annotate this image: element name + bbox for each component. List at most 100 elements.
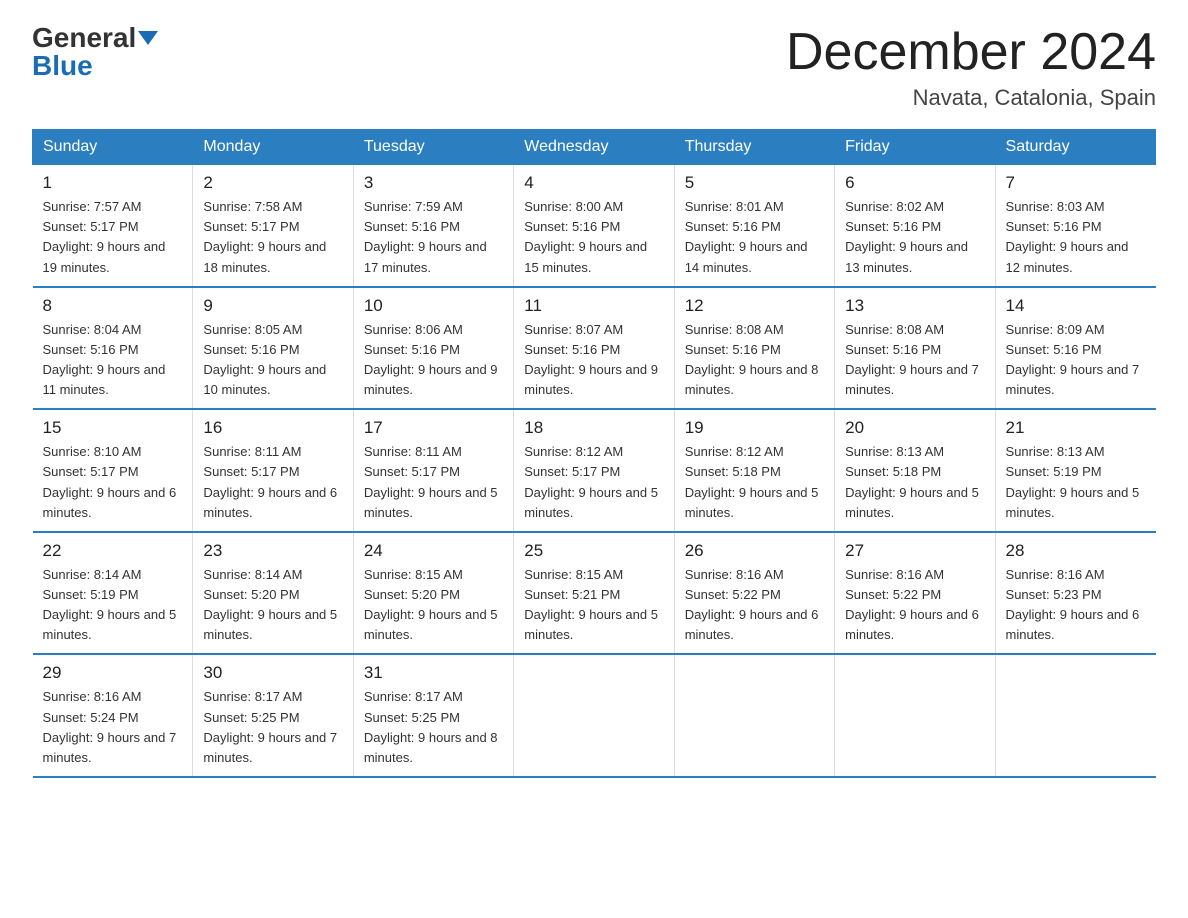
calendar-day-cell (995, 654, 1155, 777)
day-info: Sunrise: 8:11 AMSunset: 5:17 PMDaylight:… (364, 444, 498, 519)
day-info: Sunrise: 8:16 AMSunset: 5:22 PMDaylight:… (845, 567, 979, 642)
calendar-week-row: 15 Sunrise: 8:10 AMSunset: 5:17 PMDaylig… (33, 409, 1156, 532)
day-number: 9 (203, 296, 342, 316)
day-info: Sunrise: 8:15 AMSunset: 5:21 PMDaylight:… (524, 567, 658, 642)
calendar-day-cell: 2 Sunrise: 7:58 AMSunset: 5:17 PMDayligh… (193, 165, 353, 287)
day-info: Sunrise: 8:15 AMSunset: 5:20 PMDaylight:… (364, 567, 498, 642)
day-info: Sunrise: 8:14 AMSunset: 5:20 PMDaylight:… (203, 567, 337, 642)
day-number: 13 (845, 296, 984, 316)
month-title: December 2024 (786, 24, 1156, 81)
calendar-day-cell: 11 Sunrise: 8:07 AMSunset: 5:16 PMDaylig… (514, 287, 674, 410)
day-number: 17 (364, 418, 503, 438)
day-info: Sunrise: 8:17 AMSunset: 5:25 PMDaylight:… (203, 689, 337, 764)
day-number: 22 (43, 541, 183, 561)
day-number: 10 (364, 296, 503, 316)
calendar-header-wednesday: Wednesday (514, 130, 674, 165)
calendar-header-monday: Monday (193, 130, 353, 165)
day-number: 14 (1006, 296, 1146, 316)
day-info: Sunrise: 8:16 AMSunset: 5:22 PMDaylight:… (685, 567, 819, 642)
day-number: 18 (524, 418, 663, 438)
day-info: Sunrise: 8:08 AMSunset: 5:16 PMDaylight:… (685, 322, 819, 397)
calendar-week-row: 22 Sunrise: 8:14 AMSunset: 5:19 PMDaylig… (33, 532, 1156, 655)
day-info: Sunrise: 7:59 AMSunset: 5:16 PMDaylight:… (364, 199, 487, 274)
calendar-day-cell (674, 654, 834, 777)
calendar-day-cell: 22 Sunrise: 8:14 AMSunset: 5:19 PMDaylig… (33, 532, 193, 655)
day-info: Sunrise: 8:13 AMSunset: 5:18 PMDaylight:… (845, 444, 979, 519)
day-info: Sunrise: 8:06 AMSunset: 5:16 PMDaylight:… (364, 322, 498, 397)
day-info: Sunrise: 8:01 AMSunset: 5:16 PMDaylight:… (685, 199, 808, 274)
calendar-day-cell: 20 Sunrise: 8:13 AMSunset: 5:18 PMDaylig… (835, 409, 995, 532)
calendar-header-friday: Friday (835, 130, 995, 165)
day-number: 31 (364, 663, 503, 683)
location-title: Navata, Catalonia, Spain (786, 85, 1156, 111)
day-number: 4 (524, 173, 663, 193)
day-number: 3 (364, 173, 503, 193)
day-number: 19 (685, 418, 824, 438)
page-header: General Blue December 2024 Navata, Catal… (32, 24, 1156, 111)
calendar-day-cell: 9 Sunrise: 8:05 AMSunset: 5:16 PMDayligh… (193, 287, 353, 410)
calendar-day-cell: 4 Sunrise: 8:00 AMSunset: 5:16 PMDayligh… (514, 165, 674, 287)
logo-arrow-icon (138, 31, 158, 45)
calendar-day-cell: 27 Sunrise: 8:16 AMSunset: 5:22 PMDaylig… (835, 532, 995, 655)
calendar-day-cell: 25 Sunrise: 8:15 AMSunset: 5:21 PMDaylig… (514, 532, 674, 655)
calendar-day-cell: 29 Sunrise: 8:16 AMSunset: 5:24 PMDaylig… (33, 654, 193, 777)
logo-general-text: General (32, 24, 136, 52)
calendar-table: SundayMondayTuesdayWednesdayThursdayFrid… (32, 129, 1156, 778)
calendar-day-cell: 5 Sunrise: 8:01 AMSunset: 5:16 PMDayligh… (674, 165, 834, 287)
day-number: 25 (524, 541, 663, 561)
calendar-day-cell: 26 Sunrise: 8:16 AMSunset: 5:22 PMDaylig… (674, 532, 834, 655)
logo-blue-text: Blue (32, 52, 93, 80)
day-number: 20 (845, 418, 984, 438)
day-number: 6 (845, 173, 984, 193)
day-info: Sunrise: 8:17 AMSunset: 5:25 PMDaylight:… (364, 689, 498, 764)
day-info: Sunrise: 8:11 AMSunset: 5:17 PMDaylight:… (203, 444, 337, 519)
day-info: Sunrise: 8:10 AMSunset: 5:17 PMDaylight:… (43, 444, 177, 519)
day-info: Sunrise: 8:03 AMSunset: 5:16 PMDaylight:… (1006, 199, 1129, 274)
day-number: 1 (43, 173, 183, 193)
calendar-day-cell: 13 Sunrise: 8:08 AMSunset: 5:16 PMDaylig… (835, 287, 995, 410)
calendar-day-cell: 16 Sunrise: 8:11 AMSunset: 5:17 PMDaylig… (193, 409, 353, 532)
day-number: 23 (203, 541, 342, 561)
calendar-week-row: 8 Sunrise: 8:04 AMSunset: 5:16 PMDayligh… (33, 287, 1156, 410)
day-info: Sunrise: 8:00 AMSunset: 5:16 PMDaylight:… (524, 199, 647, 274)
logo[interactable]: General Blue (32, 24, 158, 80)
day-info: Sunrise: 8:16 AMSunset: 5:23 PMDaylight:… (1006, 567, 1140, 642)
calendar-day-cell: 24 Sunrise: 8:15 AMSunset: 5:20 PMDaylig… (353, 532, 513, 655)
calendar-day-cell: 21 Sunrise: 8:13 AMSunset: 5:19 PMDaylig… (995, 409, 1155, 532)
title-section: December 2024 Navata, Catalonia, Spain (786, 24, 1156, 111)
day-info: Sunrise: 8:05 AMSunset: 5:16 PMDaylight:… (203, 322, 326, 397)
calendar-day-cell: 18 Sunrise: 8:12 AMSunset: 5:17 PMDaylig… (514, 409, 674, 532)
day-info: Sunrise: 7:57 AMSunset: 5:17 PMDaylight:… (43, 199, 166, 274)
day-number: 24 (364, 541, 503, 561)
calendar-day-cell: 12 Sunrise: 8:08 AMSunset: 5:16 PMDaylig… (674, 287, 834, 410)
calendar-day-cell: 31 Sunrise: 8:17 AMSunset: 5:25 PMDaylig… (353, 654, 513, 777)
calendar-header-thursday: Thursday (674, 130, 834, 165)
day-info: Sunrise: 8:12 AMSunset: 5:18 PMDaylight:… (685, 444, 819, 519)
day-number: 2 (203, 173, 342, 193)
calendar-week-row: 1 Sunrise: 7:57 AMSunset: 5:17 PMDayligh… (33, 165, 1156, 287)
day-number: 11 (524, 296, 663, 316)
day-info: Sunrise: 7:58 AMSunset: 5:17 PMDaylight:… (203, 199, 326, 274)
day-info: Sunrise: 8:16 AMSunset: 5:24 PMDaylight:… (43, 689, 177, 764)
calendar-day-cell (514, 654, 674, 777)
day-info: Sunrise: 8:02 AMSunset: 5:16 PMDaylight:… (845, 199, 968, 274)
calendar-day-cell: 6 Sunrise: 8:02 AMSunset: 5:16 PMDayligh… (835, 165, 995, 287)
day-info: Sunrise: 8:14 AMSunset: 5:19 PMDaylight:… (43, 567, 177, 642)
calendar-day-cell: 3 Sunrise: 7:59 AMSunset: 5:16 PMDayligh… (353, 165, 513, 287)
calendar-day-cell: 19 Sunrise: 8:12 AMSunset: 5:18 PMDaylig… (674, 409, 834, 532)
day-number: 30 (203, 663, 342, 683)
calendar-header-tuesday: Tuesday (353, 130, 513, 165)
day-number: 21 (1006, 418, 1146, 438)
calendar-day-cell: 17 Sunrise: 8:11 AMSunset: 5:17 PMDaylig… (353, 409, 513, 532)
calendar-header-saturday: Saturday (995, 130, 1155, 165)
calendar-week-row: 29 Sunrise: 8:16 AMSunset: 5:24 PMDaylig… (33, 654, 1156, 777)
day-info: Sunrise: 8:07 AMSunset: 5:16 PMDaylight:… (524, 322, 658, 397)
day-info: Sunrise: 8:08 AMSunset: 5:16 PMDaylight:… (845, 322, 979, 397)
day-number: 28 (1006, 541, 1146, 561)
day-number: 8 (43, 296, 183, 316)
day-number: 16 (203, 418, 342, 438)
day-number: 26 (685, 541, 824, 561)
day-number: 29 (43, 663, 183, 683)
day-number: 5 (685, 173, 824, 193)
calendar-day-cell: 8 Sunrise: 8:04 AMSunset: 5:16 PMDayligh… (33, 287, 193, 410)
